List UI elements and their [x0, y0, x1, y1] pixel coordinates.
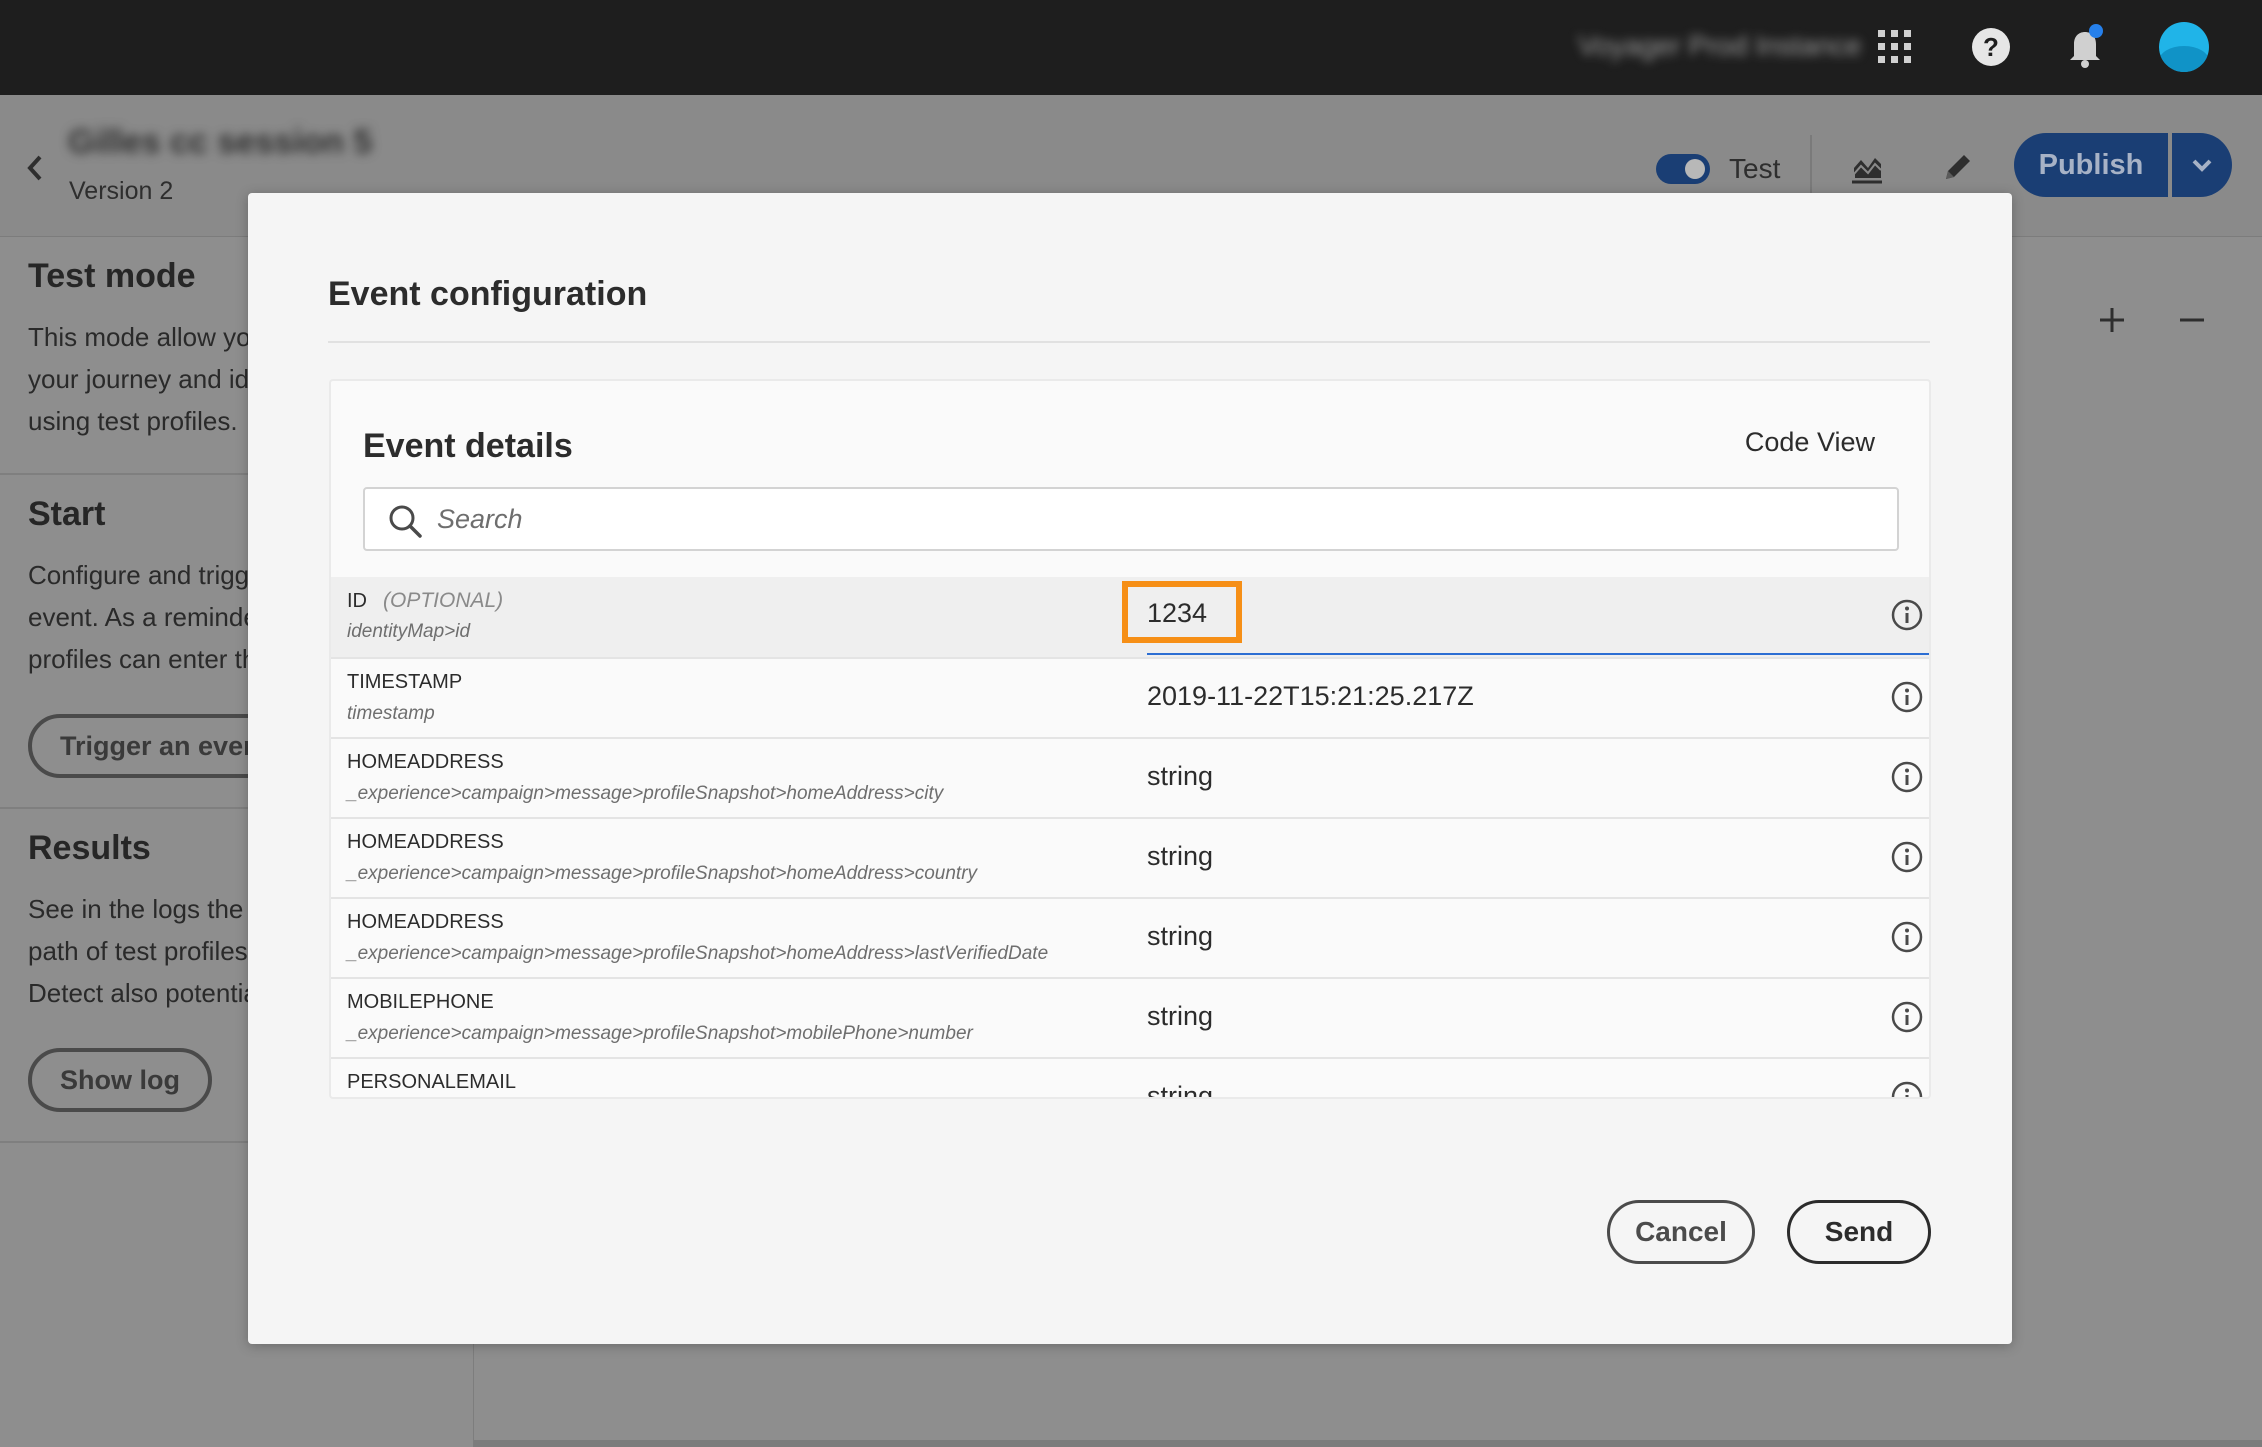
help-icon[interactable]: ?	[1972, 28, 2010, 66]
field-label: ID (OPTIONAL)	[347, 589, 503, 613]
event-field-list: ID (OPTIONAL) identityMap>id TIMESTAMP ti…	[331, 577, 1929, 1097]
dialog-divider	[328, 341, 1930, 343]
info-icon[interactable]	[1891, 761, 1923, 793]
cancel-button[interactable]: Cancel	[1607, 1200, 1755, 1264]
field-path: _experience>campaign>message>profileSnap…	[347, 783, 944, 804]
search-box	[363, 487, 1899, 551]
event-field-row: MOBILEPHONE _experience>campaign>message…	[331, 977, 1929, 1057]
send-button[interactable]: Send	[1787, 1200, 1931, 1264]
chevron-down-icon	[2192, 159, 2212, 172]
event-field-row-id: ID (OPTIONAL) identityMap>id	[331, 577, 1929, 657]
field-label: TIMESTAMP	[347, 671, 463, 693]
notification-bell-icon[interactable]	[2066, 24, 2106, 68]
field-path: _experience>campaign>message>profileSnap…	[347, 943, 1049, 964]
global-header: Voyager Prod Instance ?	[0, 0, 2262, 95]
search-icon	[387, 503, 423, 539]
event-field-row: HOMEADDRESS _experience>campaign>message…	[331, 897, 1929, 977]
event-field-row: TIMESTAMP timestamp 2019-11-22T15:21:25.…	[331, 657, 1929, 737]
field-label: HOMEADDRESS	[347, 751, 504, 773]
input-focus-underline	[1147, 653, 1929, 655]
field-value[interactable]: string	[1147, 841, 1213, 872]
event-field-row: HOMEADDRESS _experience>campaign>message…	[331, 817, 1929, 897]
search-input[interactable]	[437, 497, 1877, 541]
results-title: Results	[28, 829, 151, 867]
field-path: timestamp	[347, 703, 435, 724]
test-mode-toggle[interactable]	[1656, 154, 1710, 184]
journey-name: Gilles cc session 5	[68, 123, 373, 161]
field-label: MOBILEPHONE	[347, 991, 494, 1013]
field-value[interactable]: 2019-11-22T15:21:25.217Z	[1147, 681, 1474, 712]
info-icon[interactable]	[1891, 1001, 1923, 1033]
field-label: HOMEADDRESS	[347, 911, 504, 933]
publish-button[interactable]: Publish	[2014, 133, 2168, 197]
field-path: _experience>campaign>message>profileSnap…	[347, 1023, 973, 1044]
info-icon[interactable]	[1891, 599, 1923, 631]
field-value[interactable]: string	[1147, 921, 1213, 952]
publish-options-button[interactable]	[2172, 133, 2232, 197]
report-chart-icon[interactable]	[1849, 150, 1885, 184]
zoom-out-icon[interactable]	[2178, 306, 2206, 334]
field-name: ID	[347, 590, 367, 612]
zoom-in-icon[interactable]	[2098, 306, 2126, 334]
field-value[interactable]: string	[1147, 1081, 1213, 1097]
info-icon[interactable]	[1891, 1081, 1923, 1097]
journey-version: Version 2	[69, 177, 174, 205]
event-configuration-dialog: Event configuration Event details Code V…	[248, 193, 2012, 1344]
info-icon[interactable]	[1891, 921, 1923, 953]
canvas-scrollbar[interactable]	[474, 1440, 2262, 1447]
event-field-row: HOMEADDRESS _experience>campaign>message…	[331, 737, 1929, 817]
field-value[interactable]: string	[1147, 761, 1213, 792]
pencil-icon[interactable]	[1940, 149, 1976, 185]
show-log-button[interactable]: Show log	[28, 1048, 212, 1112]
code-view-link[interactable]: Code View	[1745, 427, 1875, 458]
start-title: Start	[28, 495, 106, 533]
info-icon[interactable]	[1891, 681, 1923, 713]
field-label: PERSONALEMAIL	[347, 1071, 516, 1093]
dialog-title: Event configuration	[328, 275, 648, 313]
event-details-title: Event details	[363, 427, 573, 465]
id-value-input[interactable]	[1147, 593, 1247, 633]
test-mode-label: Test	[1729, 153, 1781, 184]
instance-name[interactable]: Voyager Prod Instance	[1578, 30, 1861, 62]
apps-grid-icon[interactable]	[1878, 30, 1912, 64]
chevron-left-icon[interactable]	[22, 151, 48, 185]
field-value[interactable]: string	[1147, 1001, 1213, 1032]
event-field-row: PERSONALEMAIL string	[331, 1057, 1929, 1097]
user-avatar[interactable]	[2159, 22, 2209, 72]
info-icon[interactable]	[1891, 841, 1923, 873]
field-label: HOMEADDRESS	[347, 831, 504, 853]
field-path: identityMap>id	[347, 621, 471, 642]
event-details-panel: Event details Code View ID (OPTIONAL) ide…	[329, 379, 1931, 1099]
test-mode-title: Test mode	[28, 257, 196, 295]
field-path: _experience>campaign>message>profileSnap…	[347, 863, 978, 884]
optional-tag: (OPTIONAL)	[383, 589, 504, 612]
